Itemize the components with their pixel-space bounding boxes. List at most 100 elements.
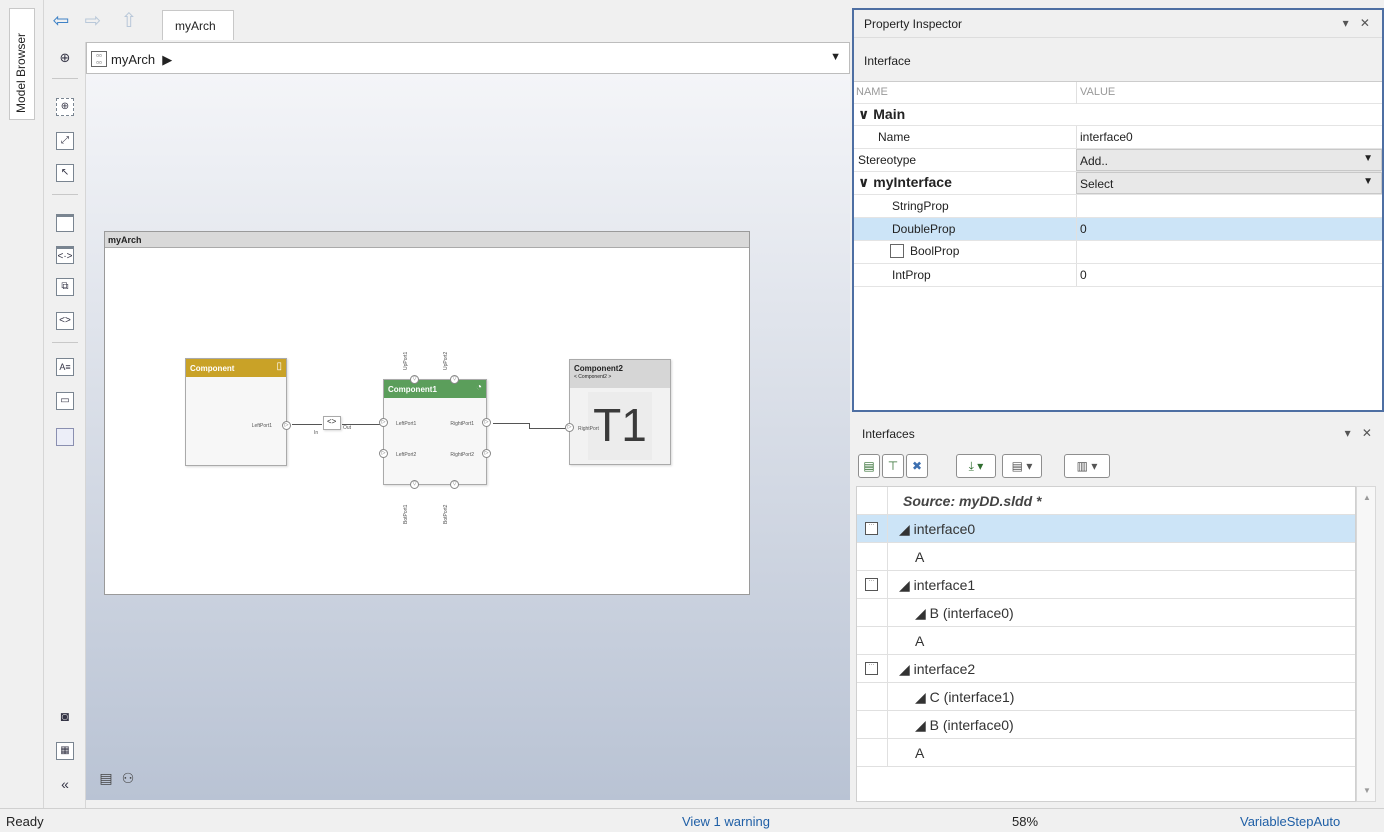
property-row-stringprop[interactable]: StringProp (854, 195, 1382, 218)
connector-wire[interactable] (342, 424, 380, 425)
in-port-icon[interactable]: ▷ (565, 423, 574, 432)
dictionary-view-icon[interactable]: ▤ (96, 768, 116, 788)
behavior-badge-icon: ◔ (475, 382, 482, 393)
zoom-in-icon[interactable]: ⊕ (56, 98, 74, 116)
add-element-icon[interactable]: ⊤ (882, 454, 904, 478)
doubleprop-field[interactable]: 0 (1076, 218, 1382, 240)
out-port-icon[interactable]: ▷ (482, 418, 491, 427)
solver-link[interactable]: VariableStepAuto (1240, 814, 1340, 829)
connector-wire[interactable] (493, 423, 529, 424)
property-row-intprop[interactable]: IntProp 0 (854, 264, 1382, 287)
area-tool-icon[interactable] (56, 428, 74, 446)
stringprop-field[interactable] (1076, 195, 1382, 217)
port-label: RightPort (578, 426, 599, 432)
model-browser-strip: Model Browser (0, 0, 44, 808)
property-row-name[interactable]: Name interface0 (854, 126, 1382, 149)
pane-pin-close-icons[interactable]: ▾ ✕ (1345, 426, 1376, 440)
in-port-icon[interactable]: ▷ (379, 449, 388, 458)
scroll-up-icon[interactable]: ▲ (1363, 493, 1371, 502)
name-field[interactable]: interface0 (1076, 126, 1382, 148)
interface-list-item[interactable]: ◢ C (interface1) (857, 683, 1355, 711)
camera-icon[interactable]: ◙ (56, 708, 74, 726)
annotation-tool-icon[interactable]: A≡ (56, 358, 74, 376)
out-port-icon[interactable]: ▽ (450, 480, 459, 489)
interface-list-item[interactable]: ··· ◢ interface1 (857, 571, 1355, 599)
scrollbar[interactable]: ▲ ▼ (1356, 486, 1376, 802)
in-port-icon[interactable]: ▽ (450, 375, 459, 384)
breadcrumb-item-myarch[interactable]: myArch (111, 52, 155, 67)
interface-list-item[interactable]: A (857, 543, 1355, 571)
component-tool-icon[interactable] (56, 214, 74, 232)
out-port-icon[interactable]: ▷ (282, 421, 291, 430)
interfaces-list[interactable]: Source: myDD.sldd * ··· ◢ interface0 A ··· ◢… (856, 486, 1356, 802)
select-pointer-icon[interactable]: ↖ (56, 164, 74, 182)
component2-block[interactable]: Component2 < Component2 > T1 RightPort ▷ (565, 359, 671, 465)
interface-list-item[interactable]: ··· ◢ interface0 (857, 515, 1355, 543)
adapter-block[interactable]: <> (323, 416, 341, 430)
variant-component-tool-icon[interactable]: ⧉ (56, 278, 74, 296)
adapter-in-label: In (314, 430, 319, 436)
breadcrumb[interactable]: ▫▫ ▫▫ myArch ▶ ▼ (86, 42, 850, 74)
tab-myarch[interactable]: myArch (162, 10, 234, 40)
add-interface-icon[interactable]: ▤ (858, 454, 880, 478)
collapse-palette-icon[interactable]: « (56, 776, 74, 794)
property-row-doubleprop[interactable]: DoubleProp 0 (854, 218, 1382, 241)
in-port-icon[interactable]: ▷ (379, 418, 388, 427)
hide-show-browser-icon[interactable]: ⊕ (56, 50, 74, 68)
interface-item-label: ◢ C (interface1) (915, 689, 1015, 705)
architecture-title: myArch (105, 232, 749, 248)
component-block[interactable]: Component ▯ LeftPort1 ▷ (185, 358, 291, 466)
interface-item-label: ◢ interface1 (899, 577, 976, 593)
pane-pin-close-icons[interactable]: ▾ ✕ (1343, 16, 1374, 30)
zoom-level: 58% (1012, 814, 1039, 829)
chevron-right-icon: ▶ (158, 52, 173, 67)
reference-component-tool-icon[interactable]: <·> (56, 246, 74, 264)
connector-wire[interactable] (529, 428, 567, 429)
boolprop-checkbox[interactable] (890, 244, 904, 258)
dictionary-dropdown-icon[interactable]: ▥ ▾ (1064, 454, 1110, 478)
interface-list-item[interactable]: ◢ B (interface0) (857, 599, 1355, 627)
port-label: UpPort1 (403, 351, 409, 370)
interface-item-label: ◢ B (interface0) (915, 717, 1014, 733)
property-row-stereotype[interactable]: Stereotype Add.. ▼ (854, 149, 1382, 172)
component2-subtitle: < Component2 > (574, 374, 612, 380)
component1-name: Component1 (388, 385, 437, 394)
section-main[interactable]: ∨ Main (854, 104, 1382, 126)
forward-arrow-icon[interactable]: ⇨ (80, 10, 106, 32)
in-port-icon[interactable]: ▽ (410, 375, 419, 384)
canvas-bottom-tools: ▤ ⚇ (92, 768, 138, 792)
interface-item-label: A (915, 549, 925, 565)
property-row-boolprop[interactable]: BoolProp (854, 241, 1382, 264)
interface-icon: ··· (865, 522, 878, 535)
image-tool-icon[interactable]: ▭ (56, 392, 74, 410)
out-port-icon[interactable]: ▷ (482, 449, 491, 458)
property-inspector-pane: Property Inspector ▾ ✕ Interface NAME VA… (852, 8, 1384, 412)
back-arrow-icon[interactable]: ⇦ (48, 10, 74, 32)
fit-to-view-icon[interactable]: ⤢ (56, 132, 74, 150)
variant-badge-icon: ▯ (276, 361, 282, 372)
intprop-field[interactable]: 0 (1076, 264, 1382, 286)
section-myinterface[interactable]: ∨ myInterface Select ▼ (854, 172, 1382, 195)
architecture-block[interactable]: myArch Component ▯ LeftPort1 ▷ <> In Out… (104, 231, 750, 595)
interface-list-item[interactable]: A (857, 627, 1355, 655)
scroll-down-icon[interactable]: ▼ (1363, 786, 1371, 795)
stereotype-select-dropdown[interactable]: Select ▼ (1076, 172, 1382, 194)
import-dropdown-icon[interactable]: ⤓ ▾ (956, 454, 996, 478)
connector-wire[interactable] (292, 424, 322, 425)
model-browser-tab[interactable]: Model Browser (9, 8, 35, 120)
interface-list-item[interactable]: ··· ◢ interface2 (857, 655, 1355, 683)
up-arrow-icon[interactable]: ⇧ (116, 10, 142, 32)
breadcrumb-dropdown-icon[interactable]: ▼ (830, 51, 841, 63)
delete-icon[interactable]: ✖ (906, 454, 928, 478)
component1-block[interactable]: Component1 ◔ LeftPort1 LeftPort2 RightPo… (379, 375, 491, 489)
hierarchy-view-icon[interactable]: ⚇ (118, 768, 138, 788)
view-warning-link[interactable]: View 1 warning (682, 814, 770, 829)
stereotype-dropdown[interactable]: Add.. ▼ (1076, 149, 1382, 171)
property-inspector-toggle-icon[interactable]: ▦ (56, 742, 74, 760)
chevron-down-icon: ∨ (858, 106, 874, 122)
interface-list-item[interactable]: A (857, 739, 1355, 767)
adapter-tool-icon[interactable]: <> (56, 312, 74, 330)
interface-list-item[interactable]: ◢ B (interface0) (857, 711, 1355, 739)
out-port-icon[interactable]: ▽ (410, 480, 419, 489)
save-dropdown-icon[interactable]: ▤ ▾ (1002, 454, 1042, 478)
